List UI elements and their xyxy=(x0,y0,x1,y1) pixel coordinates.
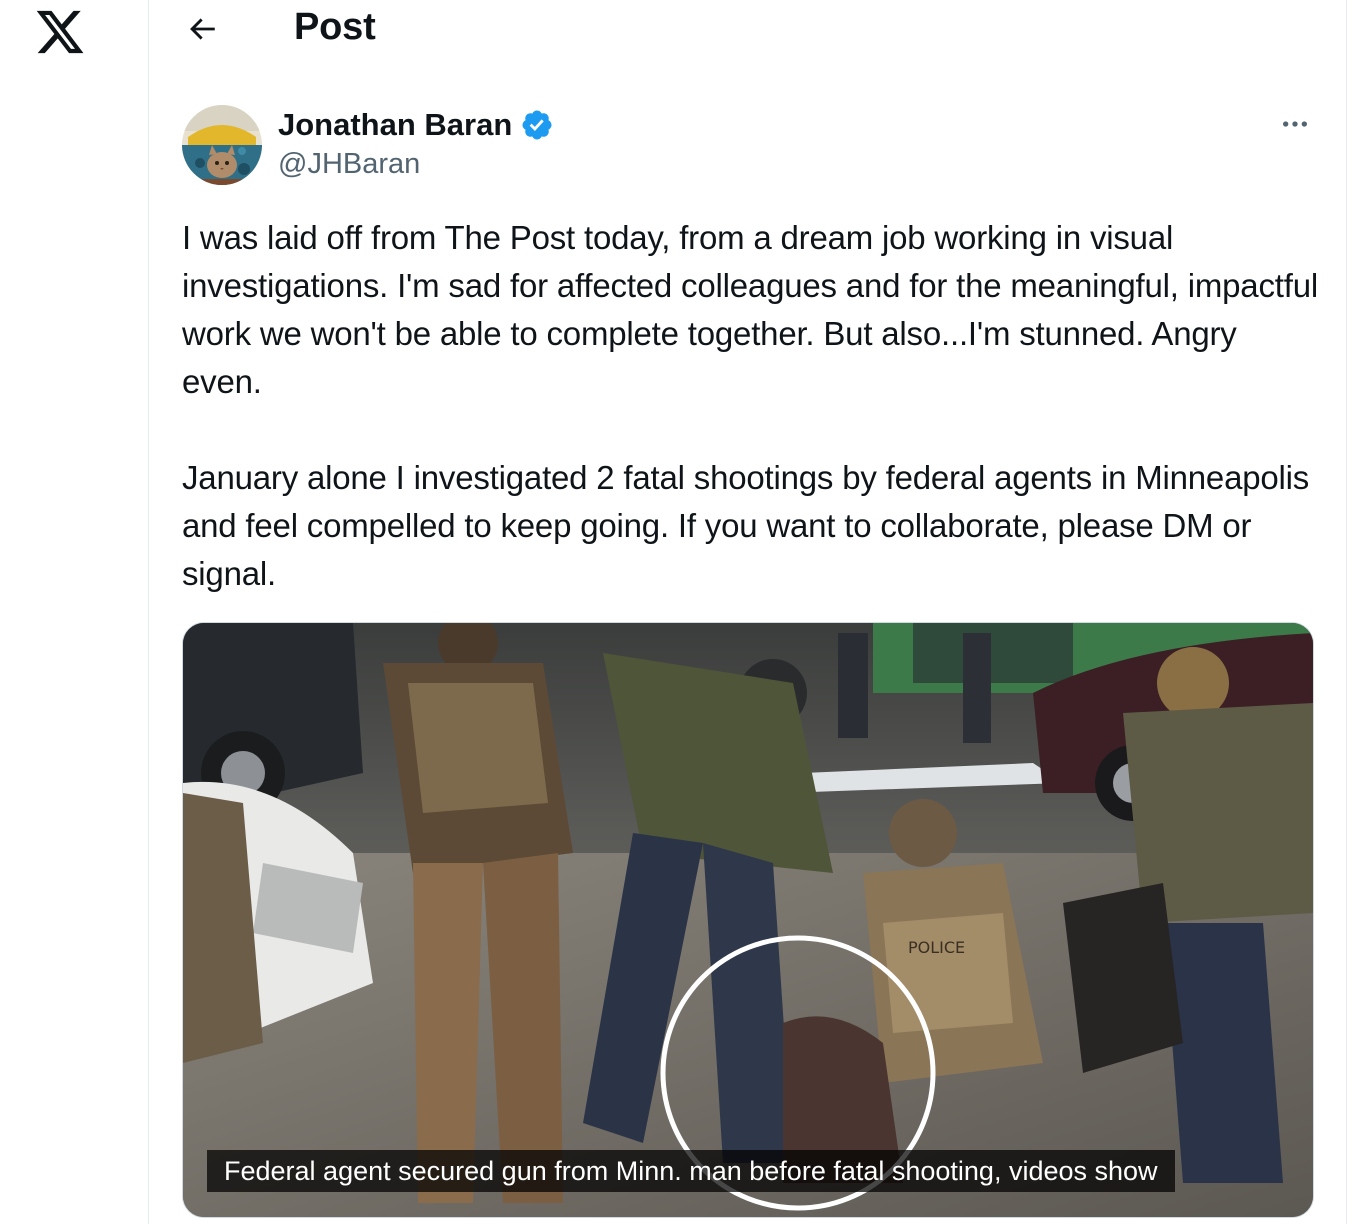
author-name[interactable]: Jonathan Baran xyxy=(278,107,554,143)
more-horizontal-icon xyxy=(1279,108,1311,145)
post-paragraph-2: January alone I investigated 2 fatal sho… xyxy=(182,459,1310,592)
page: Post Jonathan Baran @JHBaran I was laid … xyxy=(0,0,1354,1224)
post-text: I was laid off from The Post today, from… xyxy=(182,214,1322,598)
page-title: Post xyxy=(294,6,376,48)
x-logo-icon[interactable] xyxy=(34,6,86,58)
media-card[interactable]: POLICE Federal agent secured gun from Mi… xyxy=(182,622,1314,1218)
post-header: Post xyxy=(149,0,1346,60)
back-button[interactable] xyxy=(179,8,225,54)
arrow-left-icon xyxy=(185,12,219,51)
video-still-image: POLICE xyxy=(183,623,1313,1217)
more-options-button[interactable] xyxy=(1273,108,1317,144)
author-name-text: Jonathan Baran xyxy=(278,107,513,142)
post-detail-column: Post Jonathan Baran @JHBaran I was laid … xyxy=(149,0,1347,1224)
patch-text: POLICE xyxy=(908,938,965,957)
media-caption: Federal agent secured gun from Minn. man… xyxy=(207,1150,1175,1192)
author-handle[interactable]: @JHBaran xyxy=(278,148,420,181)
post-paragraph-1: I was laid off from The Post today, from… xyxy=(182,219,1318,400)
avatar[interactable] xyxy=(182,105,262,185)
left-nav-rail xyxy=(0,0,149,1224)
verified-badge-icon[interactable] xyxy=(520,108,554,142)
